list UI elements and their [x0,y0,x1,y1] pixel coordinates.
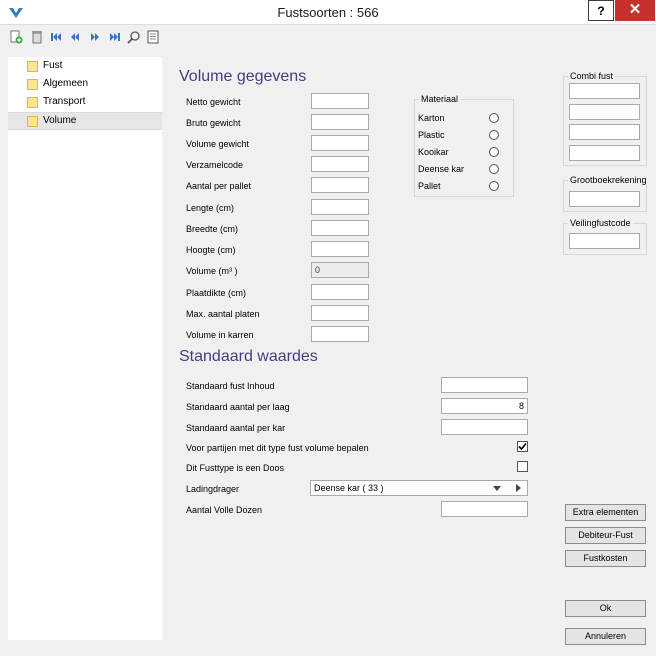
tree-item-volume[interactable]: Volume [8,112,162,130]
next-icon[interactable] [88,30,102,44]
extra-elementen-button[interactable]: Extra elementen [565,504,646,521]
combi-fust-input-3[interactable] [569,124,640,140]
plaatdikte-input[interactable] [311,284,369,300]
materiaal-option-label: Pallet [418,181,441,191]
field-label: Voor partijen met dit type fust volume b… [186,443,369,453]
materiaal-pallet-radio[interactable] [489,181,499,191]
tree-item-label: Transport [43,96,86,107]
delete-icon[interactable] [30,30,44,44]
materiaal-deense-kar-radio[interactable] [489,164,499,174]
toolbar [0,26,656,50]
lengte-input[interactable] [311,199,369,215]
netto-gewicht-input[interactable] [311,93,369,109]
materiaal-option-label: Kooikar [418,147,449,157]
aantal-volle-dozen-input[interactable] [441,501,528,517]
field-label: Verzamelcode [186,160,244,170]
field-label: Aantal Volle Dozen [186,505,263,515]
tree-item-transport[interactable]: Transport [8,94,162,112]
fustkosten-button[interactable]: Fustkosten [565,550,646,567]
hoogte-input[interactable] [311,241,369,257]
materiaal-kooikar-radio[interactable] [489,147,499,157]
veilingfustcode-input[interactable] [569,233,640,249]
tree-item-label: Fust [43,60,63,71]
materiaal-group-title: Materiaal [419,94,461,104]
add-icon[interactable] [9,30,23,44]
field-label: Lengte (cm) [186,203,235,213]
annuleren-button[interactable]: Annuleren [565,628,646,645]
folder-icon [27,116,38,127]
bruto-gewicht-input[interactable] [311,114,369,130]
field-label: Volume (m³ ) [186,266,238,276]
materiaal-plastic-radio[interactable] [489,130,499,140]
chevron-right-icon[interactable] [516,484,521,492]
first-icon[interactable] [49,30,63,44]
tree-item-label: Algemeen [43,78,89,89]
folder-icon [27,61,38,72]
field-label: Volume in karren [186,330,254,340]
previous-icon[interactable] [68,30,82,44]
field-label: Standaard aantal per kar [186,423,286,433]
folder-icon [27,79,38,90]
navigation-tree: Fust Algemeen Transport Volume [8,57,162,640]
grootboekrekening-title: Grootboekrekening [568,175,649,185]
field-label: Bruto gewicht [186,118,241,128]
aantal-per-pallet-input[interactable] [311,177,369,193]
volume-section-title: Volume gegevens [179,68,307,85]
field-label: Ladingdrager [186,484,240,494]
standaard-aantal-per-laag-input[interactable]: 8 [441,398,528,414]
breedte-input[interactable] [311,220,369,236]
close-button[interactable]: ✕ [615,0,655,21]
help-button[interactable]: ? [588,0,614,21]
materiaal-option-label: Deense kar [418,164,465,174]
debiteur-fust-button[interactable]: Debiteur-Fust [565,527,646,544]
grootboekrekening-input[interactable] [569,191,640,207]
max-aantal-platen-input[interactable] [311,305,369,321]
folder-icon [27,97,38,108]
standaard-fust-inhoud-input[interactable] [441,377,528,393]
veilingfustcode-title: Veilingfustcode [568,218,633,228]
combi-fust-input-2[interactable] [569,104,640,120]
materiaal-option-label: Karton [418,113,445,123]
combi-fust-input-1[interactable] [569,83,640,99]
note-icon[interactable] [146,30,160,44]
combi-fust-title: Combi fust [568,71,616,81]
field-label: Dit Fusttype is een Doos [186,463,285,473]
materiaal-karton-radio[interactable] [489,113,499,123]
ladingdrager-select[interactable]: Deense kar ( 33 ) [310,480,528,496]
field-label: Standaard fust Inhoud [186,381,275,391]
field-label: Max. aantal platen [186,309,260,319]
tree-item-label: Volume [43,115,77,126]
is-doos-checkbox[interactable] [517,461,528,472]
volume-gewicht-input[interactable] [311,135,369,151]
search-icon[interactable] [127,30,141,44]
verzamelcode-input[interactable] [311,156,369,172]
window-title: Fustsoorten : 566 [277,5,379,20]
volume-in-karren-input[interactable] [311,326,369,342]
combi-fust-input-4[interactable] [569,145,640,161]
volume-m3-field: 0 [311,262,369,278]
tree-item-fust[interactable]: Fust [8,58,162,76]
ok-button[interactable]: Ok [565,600,646,617]
field-label: Aantal per pallet [186,181,252,191]
field-label: Hoogte (cm) [186,245,236,255]
field-label: Standaard aantal per laag [186,402,290,412]
tree-item-algemeen[interactable]: Algemeen [8,76,162,94]
standaard-aantal-per-kar-input[interactable] [441,419,528,435]
last-icon[interactable] [108,30,122,44]
field-label: Plaatdikte (cm) [186,288,247,298]
field-label: Netto gewicht [186,97,241,107]
chevron-down-icon[interactable] [493,486,501,491]
voor-partijen-checkbox[interactable] [517,441,528,452]
materiaal-option-label: Plastic [418,130,445,140]
checkmark-icon [518,442,527,451]
ladingdrager-value: Deense kar ( 33 ) [314,483,384,493]
field-label: Breedte (cm) [186,224,239,234]
field-label: Volume gewicht [186,139,250,149]
standaard-section-title: Standaard waardes [179,348,318,365]
